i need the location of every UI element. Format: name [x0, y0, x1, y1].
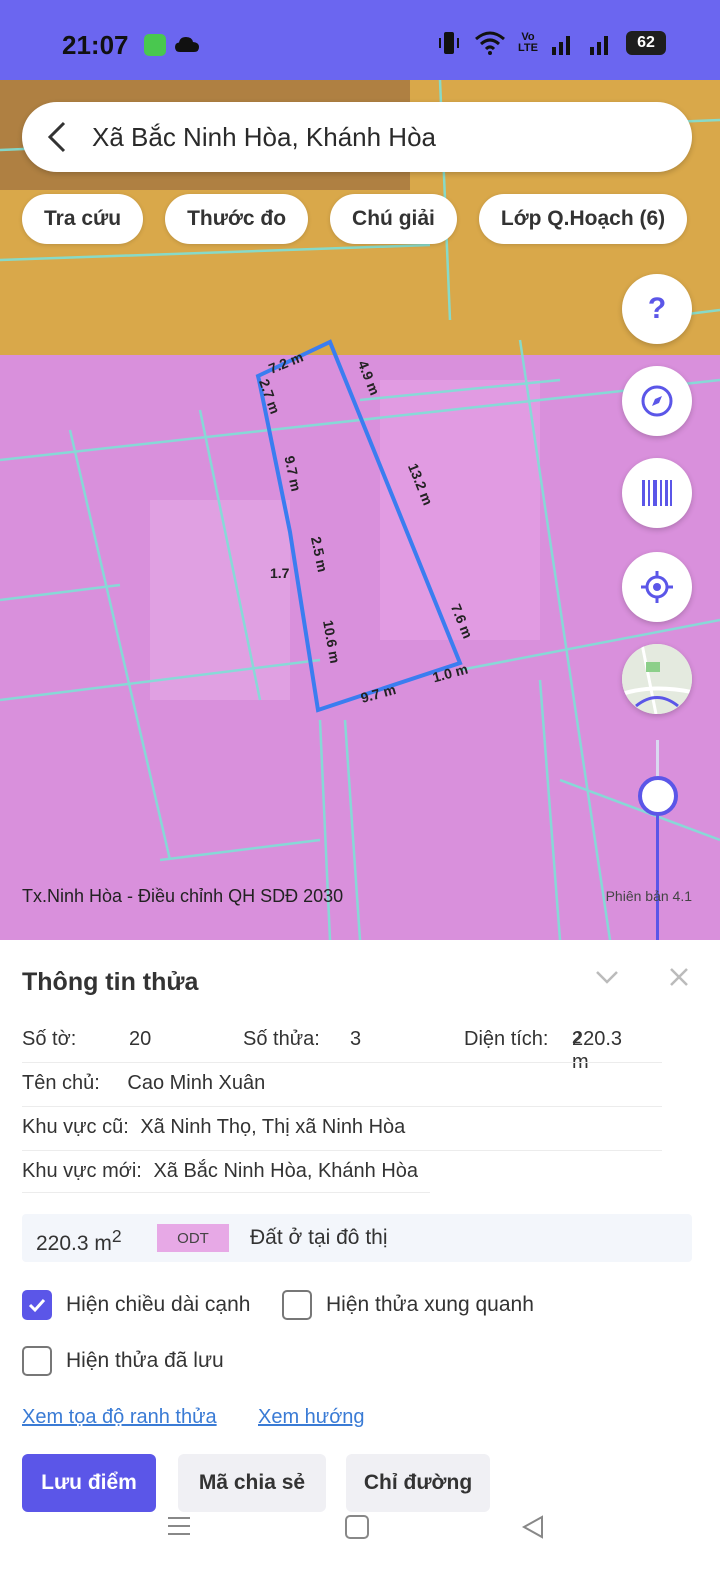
search-bar[interactable]: Xã Bắc Ninh Hòa, Khánh Hòa [22, 102, 692, 172]
vibrate-icon [439, 32, 460, 54]
parcel-summary-row: Số tờ: 20 Số thửa: 3 Diện tích: 220.3 m2 [22, 1028, 662, 1073]
help-button[interactable]: ? [622, 274, 692, 344]
divider [22, 1106, 662, 1107]
app-version: Phiên bản 4.1 [605, 888, 692, 904]
help-icon: ? [647, 292, 667, 325]
checkbox-checked[interactable] [22, 1290, 52, 1320]
chip-lookup[interactable]: Tra cứu [22, 194, 144, 244]
wifi-icon [475, 31, 506, 55]
crosshair-icon [641, 571, 673, 603]
compass-button[interactable] [622, 366, 692, 436]
chevron-down-icon [596, 971, 618, 984]
sheet-number-label: Số tờ: [22, 1028, 77, 1050]
view-direction-link[interactable]: Xem hướng [258, 1406, 365, 1429]
basemap-toggle-button[interactable] [622, 644, 692, 714]
directions-button[interactable]: Chỉ đường [346, 1454, 490, 1512]
signal-icon-2 [590, 36, 608, 55]
new-area-value: Xã Bắc Ninh Hòa, Khánh Hòa [153, 1160, 419, 1182]
map-layer-caption: Tx.Ninh Hòa - Điều chỉnh QH SDĐ 2030 [22, 886, 344, 906]
divider [22, 1192, 430, 1193]
owner-value: Cao Minh Xuân [127, 1072, 266, 1094]
back-button[interactable] [22, 102, 92, 172]
parcel-number-value: 3 [350, 1028, 362, 1050]
panel-title: Thông tin thửa [22, 968, 199, 996]
chevron-left-icon [47, 121, 66, 153]
old-area-label: Khu vực cũ: [22, 1116, 129, 1138]
close-icon [670, 968, 688, 986]
barcode-icon [642, 480, 672, 506]
share-code-button[interactable]: Mã chia sẻ [178, 1454, 326, 1512]
land-use-row: 220.3 m2 ODT Đất ở tại đô thị [22, 1214, 692, 1262]
parcel-info-panel: Thông tin thửa Số tờ: 20 Số thửa: 3 Diện… [0, 940, 720, 1582]
view-boundary-coordinates-link[interactable]: Xem tọa độ ranh thửa [22, 1406, 217, 1429]
volte-indicator: Vo LTE [518, 32, 538, 54]
land-area-sup: 2 [111, 1226, 122, 1246]
checkbox-label: Hiện thửa xung quanh [326, 1293, 534, 1316]
volte-line2: LTE [518, 42, 538, 54]
land-area-value: 220.3 m2 [36, 1226, 122, 1256]
minimap-thumbnail-icon [622, 644, 692, 714]
show-edge-lengths-checkbox[interactable]: Hiện chiều dài cạnh [22, 1290, 250, 1320]
show-neighbors-checkbox[interactable]: Hiện thửa xung quanh [282, 1290, 534, 1320]
area-label: Diện tích: [464, 1028, 549, 1050]
checkbox-label: Hiện chiều dài cạnh [66, 1293, 251, 1316]
zoom-slider-thumb[interactable] [638, 776, 678, 816]
show-saved-parcels-checkbox[interactable]: Hiện thửa đã lưu [22, 1346, 224, 1376]
divider [22, 1150, 662, 1151]
checkbox-label: Hiện thửa đã lưu [66, 1349, 224, 1372]
new-area-label: Khu vực mới: [22, 1160, 142, 1182]
signal-icon-1 [552, 36, 570, 55]
land-area-number: 220.3 m [36, 1232, 112, 1255]
status-bar: 21:07 Vo LTE 62 [0, 0, 720, 80]
search-text[interactable]: Xã Bắc Ninh Hòa, Khánh Hòa [92, 122, 436, 153]
old-area-value: Xã Ninh Thọ, Thị xã Ninh Hòa [140, 1116, 406, 1138]
new-area-row: Khu vực mới: Xã Bắc Ninh Hòa, Khánh Hòa [22, 1160, 418, 1183]
chip-legend[interactable]: Chú giải [330, 194, 457, 244]
app-notification-icon [144, 34, 166, 56]
my-location-button[interactable] [622, 552, 692, 622]
area-summary-number: 220.3 m [572, 1028, 623, 1073]
chip-ruler[interactable]: Thước đo [165, 194, 309, 244]
system-nav-bar [0, 1508, 720, 1568]
check-icon [28, 1298, 46, 1313]
area-summary-value: 220.3 m2 [572, 1028, 622, 1073]
compass-icon [641, 385, 673, 417]
map-view[interactable]: 7.2 m 4.9 m 2.7 m 9.7 m 13.2 m 2.5 m 1.7… [0, 80, 720, 940]
status-notification-icons [144, 34, 200, 56]
owner-row: Tên chủ: Cao Minh Xuân [22, 1072, 265, 1095]
checkbox-unchecked[interactable] [282, 1290, 312, 1320]
battery-icon: 62 [626, 31, 666, 55]
status-system-icons: Vo LTE 62 [436, 30, 666, 56]
status-time: 21:07 [62, 30, 129, 60]
owner-label: Tên chủ: [22, 1072, 100, 1094]
land-code-badge: ODT [157, 1224, 229, 1252]
close-button[interactable] [666, 964, 692, 995]
back-nav-icon[interactable] [520, 1514, 546, 1540]
divider [22, 1062, 662, 1063]
edge-label: 1.7 [270, 565, 290, 581]
land-use-description: Đất ở tại đô thị [250, 1226, 388, 1249]
menu-icon[interactable] [166, 1514, 192, 1538]
checkbox-unchecked[interactable] [22, 1346, 52, 1376]
barcode-button[interactable] [622, 458, 692, 528]
chip-row: Tra cứu Thước đo Chú giải Lớp Q.Hoạch (6… [22, 194, 688, 244]
parcel-number-label: Số thửa: [243, 1028, 320, 1050]
sheet-number-value: 20 [129, 1028, 152, 1050]
collapse-button[interactable] [594, 964, 620, 995]
home-icon[interactable] [344, 1514, 370, 1540]
save-point-button[interactable]: Lưu điểm [22, 1454, 156, 1512]
chip-planning-layers[interactable]: Lớp Q.Hoạch (6) [478, 194, 688, 244]
cloud-icon [175, 37, 199, 52]
old-area-row: Khu vực cũ: Xã Ninh Thọ, Thị xã Ninh Hòa [22, 1116, 405, 1139]
